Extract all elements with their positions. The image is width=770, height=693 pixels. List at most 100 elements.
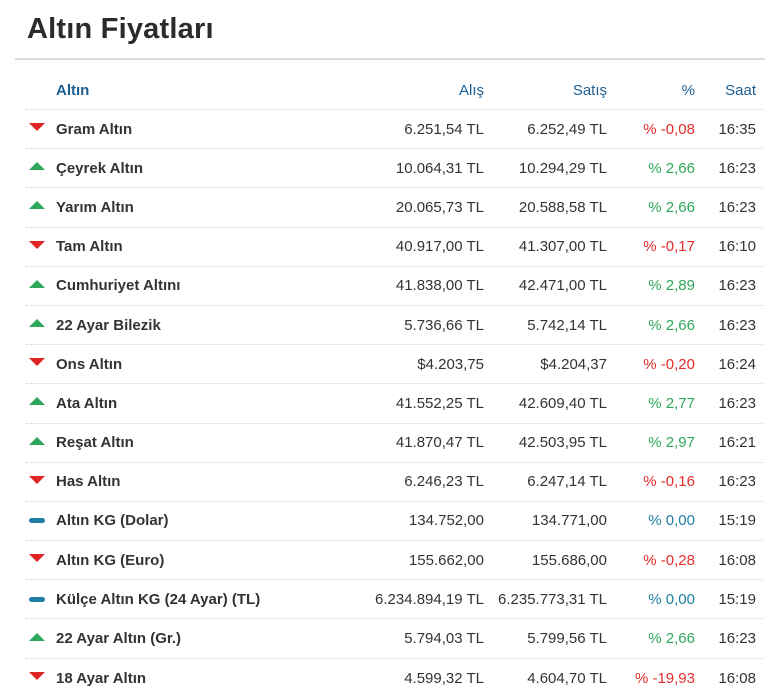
trend-icon-cell [26,463,48,501]
sell-price: 42.503,95 TL [518,434,607,452]
buy-price: 10.064,31 TL [395,159,484,177]
update-time: 16:23 [718,630,756,648]
change-percent: % 0,00 [648,512,695,530]
gold-name[interactable]: 22 Ayar Altın (Gr.) [56,619,181,657]
sell-price: 155.686,00 [531,551,607,569]
gold-name[interactable]: Külçe Altın KG (24 Ayar) (TL) [56,580,260,618]
trend-icon-cell [26,424,48,462]
sell-price: 10.294,29 TL [518,159,607,177]
gold-name[interactable]: Gram Altın [56,110,132,148]
table-row[interactable]: Ata Altın 41.552,25 TL 42.609,40 TL % 2,77 1… [26,384,764,424]
gold-name[interactable]: Altın KG (Euro) [56,541,164,579]
buy-price: 40.917,00 TL [395,238,484,256]
table-row[interactable]: Yarım Altın 20.065,73 TL 20.588,58 TL % 2,6… [26,188,764,228]
gold-name[interactable]: Çeyrek Altın [56,149,143,187]
header-percent[interactable]: % [682,71,695,109]
up-arrow-icon [29,319,45,328]
update-time: 16:08 [718,551,756,569]
table-row[interactable]: 18 Ayar Altın 4.599,32 TL 4.604,70 TL % -19… [26,659,764,693]
buy-price: 41.870,47 TL [395,434,484,452]
table-row[interactable]: Gram Altın 6.251,54 TL 6.252,49 TL % -0,08 1… [26,110,764,150]
header-buy[interactable]: Alış [459,71,484,109]
gold-name[interactable]: 18 Ayar Altın [56,659,146,693]
change-percent: % 2,66 [648,198,695,216]
change-percent: % 2,89 [648,277,695,295]
change-percent: % -0,20 [643,355,695,373]
down-arrow-icon [29,554,45,563]
update-time: 15:19 [718,512,756,530]
gold-prices-page: Altın Fiyatları Altın Alış Satış % Saat … [0,0,770,693]
table-row[interactable]: Çeyrek Altın 10.064,31 TL 10.294,29 TL % 2,… [26,149,764,189]
trend-icon-cell [26,267,48,305]
gold-name[interactable]: Ata Altın [56,384,117,422]
gold-name[interactable]: Has Altın [56,463,120,501]
down-arrow-icon [29,475,45,484]
update-time: 16:23 [718,198,756,216]
trend-icon-cell [26,149,48,187]
change-percent: % 2,66 [648,630,695,648]
change-percent: % -0,08 [643,120,695,138]
buy-price: $4.203,75 [417,355,484,373]
update-time: 16:35 [718,120,756,138]
trend-icon-cell [26,384,48,422]
down-arrow-icon [29,672,45,681]
table-row[interactable]: 22 Ayar Bilezik 5.736,66 TL 5.742,14 TL % 2… [26,306,764,346]
gold-name[interactable]: Yarım Altın [56,188,134,226]
trend-icon-cell [26,541,48,579]
table-row[interactable]: Altın KG (Euro) 155.662,00 155.686,00 % -0,… [26,541,764,581]
change-percent: % 2,97 [648,434,695,452]
sell-price: 5.742,14 TL [527,316,607,334]
gold-name[interactable]: Ons Altın [56,345,122,383]
header-sell[interactable]: Satış [573,71,607,109]
header-name[interactable]: Altın [56,71,89,109]
change-percent: % -0,17 [643,238,695,256]
update-time: 16:23 [718,394,756,412]
trend-icon-cell [26,345,48,383]
table-header-row: Altın Alış Satış % Saat [26,71,764,110]
gold-name[interactable]: 22 Ayar Bilezik [56,306,161,344]
down-arrow-icon [29,358,45,367]
sell-price: 6.247,14 TL [527,473,607,491]
header-time[interactable]: Saat [725,71,756,109]
gold-prices-table: Altın Alış Satış % Saat Gram Altın 6.251,… [26,71,764,693]
page-title: Altın Fiyatları [27,13,214,45]
buy-price: 6.246,23 TL [404,473,484,491]
table-row[interactable]: Has Altın 6.246,23 TL 6.247,14 TL % -0,16 16… [26,463,764,502]
update-time: 16:24 [718,355,756,373]
table-row[interactable]: Külçe Altın KG (24 Ayar) (TL) 6.234.894,1… [26,580,764,620]
sell-price: 42.471,00 TL [518,277,607,295]
dash-icon [29,596,45,602]
change-percent: % -0,16 [643,473,695,491]
trend-icon-cell [26,619,48,657]
update-time: 16:23 [718,277,756,295]
sell-price: 4.604,70 TL [527,669,607,687]
update-time: 16:23 [718,159,756,177]
trend-icon-cell [26,228,48,266]
trend-icon-cell [26,110,48,148]
gold-name[interactable]: Reşat Altın [56,424,134,462]
sell-price: 42.609,40 TL [518,394,607,412]
table-row[interactable]: Tam Altın 40.917,00 TL 41.307,00 TL % -0,17… [26,228,764,267]
buy-price: 41.838,00 TL [395,277,484,295]
table-row[interactable]: Ons Altın $4.203,75 $4.204,37 % -0,20 16:24 [26,345,764,385]
change-percent: % 2,66 [648,159,695,177]
up-arrow-icon [29,397,45,406]
up-arrow-icon [29,632,45,641]
down-arrow-icon [29,123,45,132]
gold-name[interactable]: Cumhuriyet Altını [56,267,180,305]
trend-icon-cell [26,188,48,226]
dash-icon [29,518,45,524]
trend-icon-cell [26,659,48,693]
gold-name[interactable]: Tam Altın [56,228,123,266]
trend-icon-cell [26,502,48,540]
buy-price: 41.552,25 TL [395,394,484,412]
change-percent: % 2,66 [648,316,695,334]
table-row[interactable]: Reşat Altın 41.870,47 TL 42.503,95 TL % 2,9… [26,424,764,463]
trend-icon-cell [26,306,48,344]
table-row[interactable]: 22 Ayar Altın (Gr.) 5.794,03 TL 5.799,56 T… [26,619,764,659]
up-arrow-icon [29,201,45,210]
buy-price: 5.736,66 TL [404,316,484,334]
gold-name[interactable]: Altın KG (Dolar) [56,502,169,540]
table-row[interactable]: Cumhuriyet Altını 41.838,00 TL 42.471,00 T… [26,267,764,306]
table-row[interactable]: Altın KG (Dolar) 134.752,00 134.771,00 % 0,… [26,502,764,542]
